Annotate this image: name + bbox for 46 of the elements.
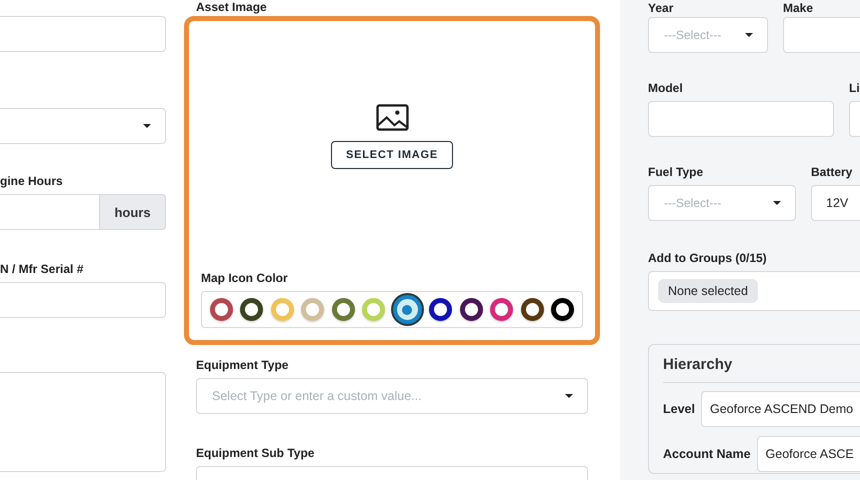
- level-field[interactable]: Geoforce ASCEND Demo: [700, 391, 860, 427]
- battery-field[interactable]: 12V: [811, 185, 860, 221]
- caret-icon: [565, 394, 573, 398]
- unit-addon: hours: [100, 194, 166, 230]
- group-chip: None selected: [658, 279, 758, 303]
- color-swatch[interactable]: [460, 298, 483, 321]
- color-swatch[interactable]: [490, 298, 514, 321]
- engine-hours-input[interactable]: [0, 194, 100, 230]
- model-input[interactable]: [648, 101, 834, 137]
- color-swatch[interactable]: [429, 298, 452, 321]
- field-label: Add to Groups (0/15): [648, 251, 768, 265]
- field-label: Account Name: [663, 447, 751, 461]
- color-swatch[interactable]: [550, 298, 574, 321]
- color-swatch[interactable]: [210, 298, 233, 321]
- field-label: gine Hours: [0, 174, 64, 188]
- field-label: Model: [648, 81, 684, 95]
- text-area[interactable]: [0, 372, 166, 472]
- color-swatch[interactable]: [332, 298, 355, 321]
- card-title: Hierarchy: [663, 345, 860, 383]
- caret-icon: [745, 33, 753, 37]
- color-swatch[interactable]: [240, 298, 264, 321]
- field-label: Map Icon Color: [201, 271, 289, 285]
- field-label: Li: [849, 81, 860, 95]
- caret-icon: [143, 124, 151, 128]
- field-label: Make: [783, 1, 814, 15]
- caret-icon: [773, 201, 781, 205]
- placeholder-text: Select Type or enter a custom value...: [212, 389, 422, 403]
- field-label: Battery: [811, 165, 854, 179]
- color-swatch[interactable]: [392, 295, 422, 324]
- field-label: Fuel Type: [648, 165, 704, 179]
- image-icon: [376, 104, 408, 131]
- account-field[interactable]: Geoforce ASCE: [756, 436, 860, 472]
- serial-input[interactable]: [0, 282, 166, 318]
- field-label: Asset Image: [196, 0, 268, 14]
- field-label: Equipment Type: [196, 358, 290, 372]
- field-label: Level: [663, 402, 695, 416]
- select-field[interactable]: [0, 108, 166, 144]
- text-field[interactable]: [0, 16, 166, 52]
- placeholder-text: ---Select---: [664, 28, 722, 42]
- field-label: Year: [648, 1, 674, 15]
- field-label: N / Mfr Serial #: [0, 262, 84, 276]
- color-swatch[interactable]: [520, 298, 544, 321]
- field-label: Equipment Sub Type: [196, 446, 316, 460]
- placeholder-text: ---Select---: [664, 196, 722, 210]
- select-image-button[interactable]: SELECT IMAGE: [330, 141, 454, 169]
- groups-multiselect[interactable]: None selected: [648, 271, 860, 311]
